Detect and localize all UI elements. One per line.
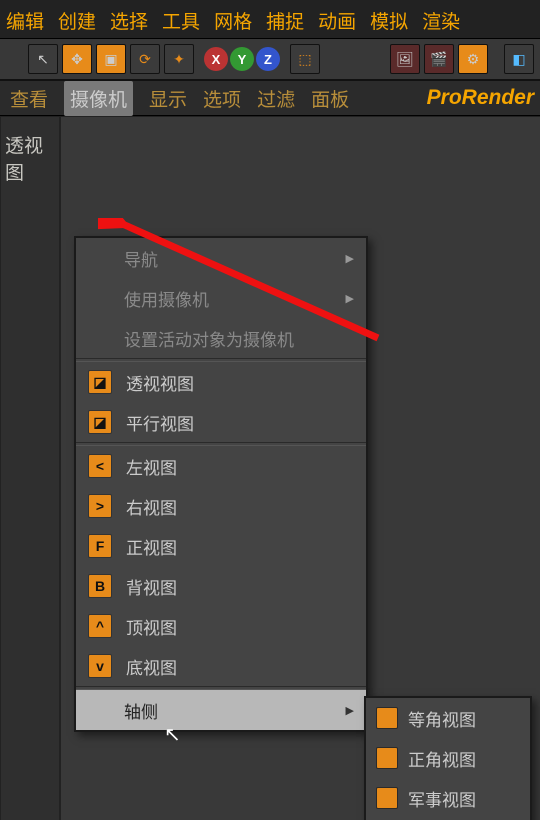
axis-z-icon[interactable]: Z	[256, 47, 280, 71]
menu-axonometric-label: 轴侧	[124, 698, 158, 723]
menu-axonometric[interactable]: 轴侧 ▶	[76, 690, 366, 730]
right-icon: >	[88, 494, 112, 518]
menu-nav-label: 导航	[124, 246, 158, 271]
cube-icon	[376, 787, 398, 809]
toolbar: ↖ ✥ ▣ ⟳ ✦ X Y Z ⬚ 🖼 🎬 ⚙ ◧	[0, 39, 540, 81]
sub-military-label: 军事视图	[408, 786, 476, 811]
vtab-options[interactable]: 选项	[203, 85, 241, 112]
menu-edit[interactable]: 编辑	[6, 7, 44, 34]
tool-scale-icon[interactable]: ▣	[96, 44, 126, 74]
menu-sim[interactable]: 模拟	[370, 7, 408, 34]
axis-x-icon[interactable]: X	[204, 47, 228, 71]
render-picture-icon[interactable]: 🖼	[390, 44, 420, 74]
menu-render[interactable]: 渲染	[422, 7, 460, 34]
vtab-panel[interactable]: 面板	[311, 85, 349, 112]
tool-cursor-icon[interactable]: ↖	[28, 44, 58, 74]
chevron-right-icon: ▶	[346, 292, 354, 305]
prorender-label: ProRender	[427, 86, 534, 110]
viewport-area: 透视图 导航 ▶ 使用摄像机 ▶ 设置活动对象为摄像机 ◪ 透视视图 ◪ 平行视图 < 左…	[0, 116, 540, 820]
viewport-label: 透视图	[5, 131, 59, 185]
main-menu-bar: 编辑 创建 选择 工具 网格 捕捉 动画 模拟 渲染	[0, 0, 540, 39]
menu-bottom-view[interactable]: v 底视图	[76, 646, 366, 686]
top-icon: ^	[88, 614, 112, 638]
chevron-right-icon: ▶	[346, 704, 354, 717]
menu-perspective[interactable]: ◪ 透视视图	[76, 362, 366, 402]
menu-back-view[interactable]: B 背视图	[76, 566, 366, 606]
sub-dimetric[interactable]: 正角视图	[366, 738, 530, 778]
vtab-view[interactable]: 查看	[10, 85, 48, 112]
menu-parallel[interactable]: ◪ 平行视图	[76, 402, 366, 442]
sub-isometric[interactable]: 等角视图	[366, 698, 530, 738]
sub-isometric-label: 等角视图	[408, 706, 476, 731]
menu-left-view-label: 左视图	[126, 454, 177, 479]
menu-anim[interactable]: 动画	[318, 7, 356, 34]
menu-left-view[interactable]: < 左视图	[76, 446, 366, 486]
vtab-camera[interactable]: 摄像机	[64, 81, 133, 116]
camera-dropdown: 导航 ▶ 使用摄像机 ▶ 设置活动对象为摄像机 ◪ 透视视图 ◪ 平行视图 < 左视图 >…	[74, 236, 368, 732]
chevron-right-icon: ▶	[346, 252, 354, 265]
cube-icon: ◪	[88, 410, 112, 434]
tool-coord-icon[interactable]: ⬚	[290, 44, 320, 74]
menu-create[interactable]: 创建	[58, 7, 96, 34]
sub-military[interactable]: 军事视图	[366, 778, 530, 818]
bottom-icon: v	[88, 654, 112, 678]
primitive-cube-icon[interactable]: ◧	[504, 44, 534, 74]
vtab-display[interactable]: 显示	[149, 85, 187, 112]
menu-set-active-camera[interactable]: 设置活动对象为摄像机	[76, 318, 366, 358]
tool-rotate-icon[interactable]: ⟳	[130, 44, 160, 74]
menu-top-view-label: 顶视图	[126, 614, 177, 639]
axis-toggles: X Y Z	[204, 47, 280, 71]
menu-parallel-label: 平行视图	[126, 410, 194, 435]
tool-recent-icon[interactable]: ✦	[164, 44, 194, 74]
menu-snap[interactable]: 捕捉	[266, 7, 304, 34]
menu-back-view-label: 背视图	[126, 574, 177, 599]
axis-y-icon[interactable]: Y	[230, 47, 254, 71]
menu-tools[interactable]: 工具	[162, 7, 200, 34]
sub-dimetric-label: 正角视图	[408, 746, 476, 771]
back-icon: B	[88, 574, 112, 598]
menu-front-view[interactable]: F 正视图	[76, 526, 366, 566]
menu-top-view[interactable]: ^ 顶视图	[76, 606, 366, 646]
tool-move-icon[interactable]: ✥	[62, 44, 92, 74]
menu-front-view-label: 正视图	[126, 534, 177, 559]
menu-perspective-label: 透视视图	[126, 370, 194, 395]
axonometric-submenu: 等角视图 正角视图 军事视图 绅士视图 鸟瞰视图 蛙眼视图	[364, 696, 532, 820]
render-settings-icon[interactable]: ⚙	[458, 44, 488, 74]
render-clapper-icon[interactable]: 🎬	[424, 44, 454, 74]
menu-use-camera-label: 使用摄像机	[124, 286, 209, 311]
menu-nav[interactable]: 导航 ▶	[76, 238, 366, 278]
menu-select[interactable]: 选择	[110, 7, 148, 34]
front-icon: F	[88, 534, 112, 558]
menu-bottom-view-label: 底视图	[126, 654, 177, 679]
viewport-menu-bar: 查看 摄像机 显示 选项 过滤 面板 ProRender	[0, 81, 540, 116]
vtab-filter[interactable]: 过滤	[257, 85, 295, 112]
menu-set-active-camera-label: 设置活动对象为摄像机	[124, 326, 294, 351]
menu-right-view-label: 右视图	[126, 494, 177, 519]
cube-icon	[376, 707, 398, 729]
left-icon: <	[88, 454, 112, 478]
menu-use-camera[interactable]: 使用摄像机 ▶	[76, 278, 366, 318]
menu-mesh[interactable]: 网格	[214, 7, 252, 34]
menu-right-view[interactable]: > 右视图	[76, 486, 366, 526]
cube-icon	[376, 747, 398, 769]
cube-icon: ◪	[88, 370, 112, 394]
